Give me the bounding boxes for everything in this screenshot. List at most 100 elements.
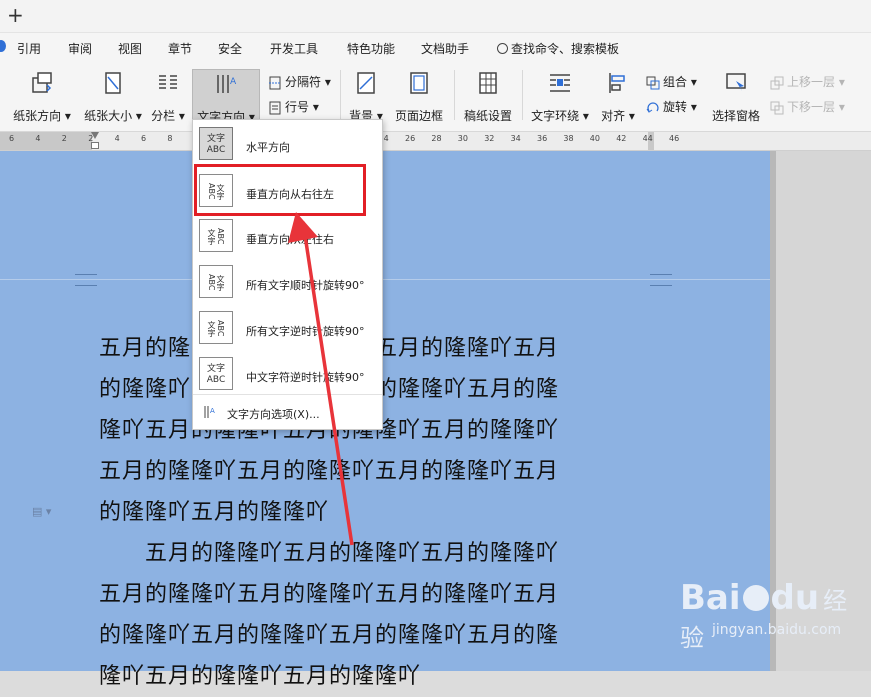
ruler-tick-label: 40 (589, 134, 600, 143)
text-direction-rotate-ccw[interactable]: 文字 ABC 所有文字逆时针旋转90° (193, 307, 382, 353)
text-line: 五月的隆隆吖五月的隆隆吖五月的隆隆吖五月 (99, 582, 560, 607)
menu-item-label: 所有文字顺时针旋转90° (246, 279, 365, 292)
paper-direction-button[interactable]: 纸张方向 ▾ (10, 69, 74, 127)
text-direction-rotate-cjk[interactable]: 文字 ABC 中文字符逆时针旋转90° (193, 353, 382, 399)
bring-forward-button[interactable]: 上移一层 ▾ (770, 73, 845, 91)
menu-features[interactable]: 特色功能 (347, 40, 395, 57)
rotate-button[interactable]: 旋转 ▾ (646, 98, 697, 116)
selection-pane-icon (726, 73, 746, 91)
ruler-tick-label: 42 (616, 134, 627, 143)
columns-button[interactable]: 分栏 ▾ (148, 69, 188, 127)
menu-item-label: 所有文字逆时针旋转90° (246, 325, 365, 338)
search-icon (497, 43, 508, 54)
text-direction-options[interactable]: A 文字方向选项(X)... (193, 394, 382, 429)
text-direction-icon: A (217, 75, 237, 93)
page-border-button[interactable]: 页面边框 (392, 69, 446, 127)
text-wrap-button[interactable]: 文字环绕 ▾ (528, 69, 592, 127)
menu-doc-assistant[interactable]: 文档助手 (421, 40, 469, 57)
command-search[interactable]: 查找命令、搜索模板 (497, 40, 619, 57)
menu-view[interactable]: 视图 (118, 40, 142, 57)
ruler-tick-label: 46 (669, 134, 680, 143)
text-direction-options-label: 文字方向选项(X)... (227, 408, 320, 421)
rotate-ccw-text-icon: 文字 ABC (199, 311, 233, 344)
columns-icon (159, 75, 177, 89)
watermark-brand: Bai (680, 578, 741, 618)
menu-developer[interactable]: 开发工具 (270, 40, 318, 57)
ruler-tick-label: 32 (484, 134, 495, 143)
text-line: 五月的隆隆吖五月的隆隆吖五月的隆隆吖 (99, 541, 560, 566)
line-number-button[interactable]: 行号 ▾ (268, 98, 319, 116)
text-line: 的隆隆吖五月的隆隆吖 (99, 500, 330, 525)
columns-label: 分栏 (151, 109, 176, 123)
align-icon (609, 73, 625, 93)
margin-corner-mark (75, 274, 97, 286)
manuscript-button[interactable]: 稿纸设置 (460, 69, 516, 127)
paper-size-button[interactable]: 纸张大小 ▾ (80, 69, 146, 127)
separator-button[interactable]: 分隔符 ▾ (268, 73, 331, 91)
text-direction-rotate-cw[interactable]: 文字 ABC 所有文字顺时针旋转90° (193, 261, 382, 307)
watermark-url: jingyan.baidu.com (712, 622, 842, 638)
rotate-label: 旋转 (663, 100, 688, 114)
ribbon-divider (340, 70, 341, 120)
left-indent-marker[interactable] (91, 142, 99, 149)
ribbon-divider (454, 70, 455, 120)
paper-size-label: 纸张大小 (84, 109, 133, 123)
menu-bar: 引用 审阅 视图 章节 安全 开发工具 特色功能 文档助手 查找命令、搜索模板 (0, 33, 871, 63)
ribbon-divider (522, 70, 523, 120)
text-direction-options-icon: A (204, 406, 215, 418)
command-search-label: 查找命令、搜索模板 (511, 42, 620, 56)
align-button[interactable]: 对齐 ▾ (598, 69, 638, 127)
ruler-tick-label: 28 (431, 134, 442, 143)
ruler-tick-label: 4 (35, 134, 41, 143)
paper-direction-label: 纸张方向 (13, 109, 62, 123)
menu-chapter[interactable]: 章节 (168, 40, 192, 57)
horizontal-text-icon: 文字 ABC (199, 127, 233, 160)
svg-text:A: A (230, 77, 237, 87)
manuscript-icon (479, 72, 497, 94)
margin-corner-mark (650, 274, 672, 286)
send-backward-button[interactable]: 下移一层 ▾ (770, 98, 845, 116)
menu-item-label: 中文字符逆时针旋转90° (246, 371, 365, 384)
group-icon (646, 76, 660, 89)
baidu-watermark: Bai du 经验 jingyan.baidu.com (680, 578, 871, 653)
group-button[interactable]: 组合 ▾ (646, 73, 697, 91)
rotate-icon (646, 101, 659, 113)
page-border-label: 页面边框 (394, 109, 443, 123)
ruler-tick-label: 6 (9, 134, 15, 143)
ruler-tick-label: 8 (167, 134, 173, 143)
rotate-cjk-text-icon: 文字 ABC (199, 357, 233, 390)
separator-label: 分隔符 (285, 75, 322, 89)
bring-forward-label: 上移一层 (787, 75, 836, 89)
menu-review[interactable]: 审阅 (68, 40, 92, 57)
line-number-label: 行号 (285, 100, 310, 114)
title-bar: + (0, 0, 871, 33)
text-line: 隆吖五月的隆隆吖五月的隆隆吖 (99, 664, 422, 689)
ruler-tick-label: 2 (88, 134, 94, 143)
ruler-tick-label: 26 (405, 134, 416, 143)
paragraph-2[interactable]: 五月的隆隆吖五月的隆隆吖五月的隆隆吖 五月的隆隆吖五月的隆隆吖五月的隆隆吖五月 … (99, 533, 659, 697)
group-label: 组合 (663, 75, 688, 89)
ruler-tick-label: 34 (510, 134, 521, 143)
text-direction-vertical-ltr[interactable]: 文字 ABC 垂直方向从左往右 (193, 216, 382, 262)
new-tab-button[interactable]: + (7, 2, 24, 28)
horizontal-ruler[interactable]: 6422468101214161820222426283032343638404… (0, 132, 871, 151)
ruler-tick-label: 6 (141, 134, 147, 143)
selection-pane-button[interactable]: 选择窗格 (708, 69, 764, 127)
ruler-tick-label: 2 (61, 134, 67, 143)
line-number-icon (269, 101, 281, 114)
menu-security[interactable]: 安全 (218, 40, 242, 57)
ruler-tick-label: 38 (563, 134, 574, 143)
menu-item-label: 水平方向 (246, 141, 290, 154)
background-icon (357, 72, 375, 94)
ruler-tick-label: 4 (114, 134, 120, 143)
paw-icon (742, 585, 769, 611)
watermark-brand2: du (770, 578, 820, 618)
page-border-icon (410, 72, 428, 94)
align-label: 对齐 (601, 109, 626, 123)
paragraph-layout-icon[interactable]: ▤ ▾ (32, 505, 51, 518)
text-wrap-label: 文字环绕 (531, 109, 580, 123)
menu-references[interactable]: 引用 (17, 40, 41, 57)
bring-forward-icon (770, 76, 784, 89)
highlight-box (194, 164, 366, 216)
separator-icon (269, 76, 281, 89)
